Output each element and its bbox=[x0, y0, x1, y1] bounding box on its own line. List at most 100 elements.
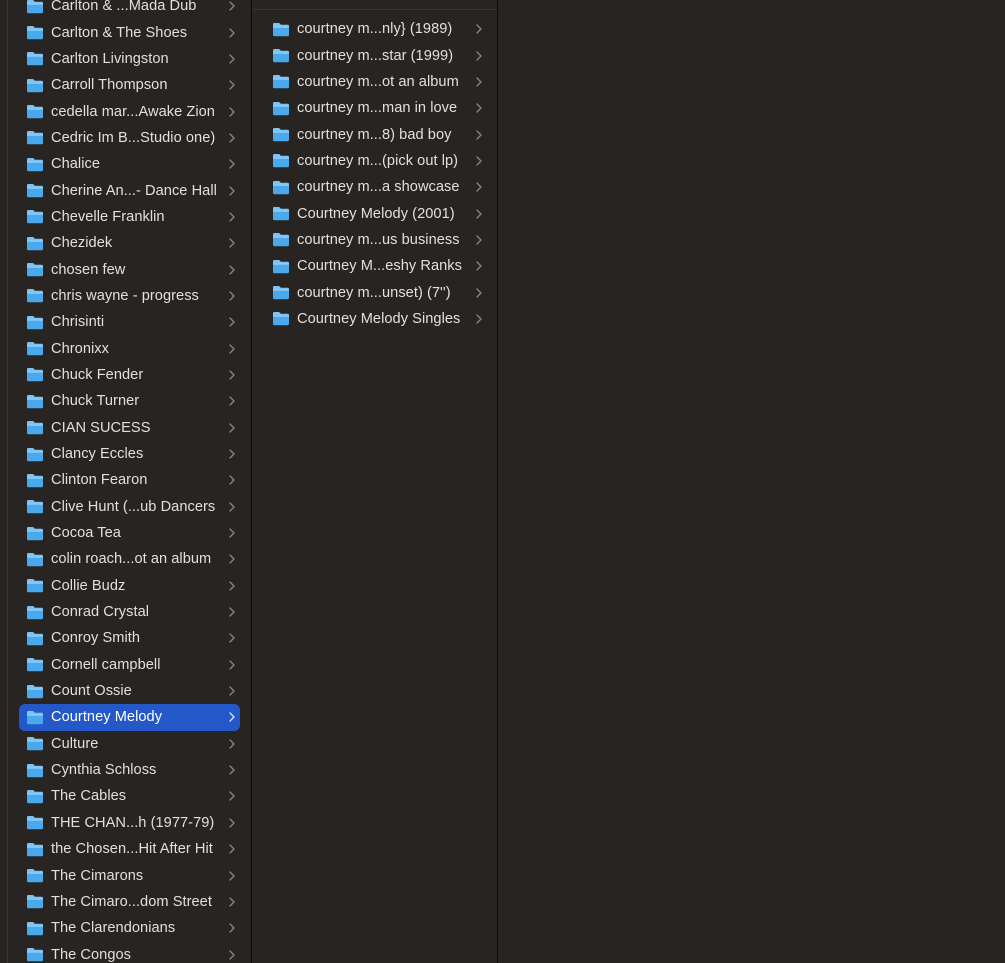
artist-folder-row[interactable]: THE CHAN...h (1977-79) bbox=[19, 810, 240, 836]
folder-name-label: courtney m...us business bbox=[297, 231, 460, 248]
chevron-right-icon bbox=[476, 182, 482, 192]
album-folder-row[interactable]: courtney m...a showcase bbox=[263, 174, 487, 200]
artist-folder-row[interactable]: Collie Budz bbox=[19, 573, 240, 599]
artist-folder-row[interactable]: CIAN SUCESS bbox=[19, 415, 240, 441]
artist-folder-row[interactable]: colin roach...ot an album bbox=[19, 546, 240, 572]
chevron-right-icon bbox=[476, 314, 482, 324]
album-folder-row[interactable]: courtney m...man in love bbox=[263, 95, 487, 121]
folder-icon bbox=[273, 154, 289, 168]
artist-folder-row[interactable]: Clive Hunt (...ub Dancers bbox=[19, 494, 240, 520]
album-folder-row[interactable]: courtney m...unset) (7'') bbox=[263, 279, 487, 305]
chevron-right-icon bbox=[229, 739, 235, 749]
folder-icon bbox=[27, 869, 43, 883]
artist-folder-row[interactable]: Carlton & The Shoes bbox=[19, 19, 240, 45]
artist-folder-row[interactable]: Clinton Fearon bbox=[19, 467, 240, 493]
artist-folder-row[interactable]: Conrad Crystal bbox=[19, 599, 240, 625]
artist-folder-row[interactable]: Chuck Fender bbox=[19, 362, 240, 388]
column-empty[interactable] bbox=[499, 0, 1005, 963]
artist-folder-row[interactable]: Cherine An...- Dance Hall bbox=[19, 177, 240, 203]
folder-icon bbox=[27, 789, 43, 804]
folder-icon bbox=[27, 78, 43, 92]
folder-icon bbox=[27, 394, 43, 409]
folder-name-label: The Cables bbox=[51, 788, 127, 805]
folder-icon bbox=[27, 184, 43, 198]
artist-folder-row[interactable]: Cynthia Schloss bbox=[19, 757, 240, 783]
artist-folder-row[interactable]: Clancy Eccles bbox=[19, 441, 240, 467]
folder-name-label: Cherine An...- Dance Hall bbox=[51, 182, 217, 199]
folder-icon bbox=[273, 128, 289, 142]
folder-icon bbox=[27, 289, 43, 303]
chevron-right-icon bbox=[229, 291, 235, 301]
artist-folder-row[interactable]: Chrisinti bbox=[19, 309, 240, 335]
chevron-right-icon bbox=[229, 133, 235, 143]
chevron-right-icon bbox=[229, 949, 235, 960]
album-folder-row[interactable]: courtney m...nly} (1989) bbox=[263, 16, 487, 42]
artist-folder-row[interactable]: Carlton & ...Mada Dub bbox=[19, 0, 240, 19]
folder-name-label: Conrad Crystal bbox=[51, 604, 150, 621]
artist-folder-row[interactable]: Count Ossie bbox=[19, 678, 240, 704]
folder-icon bbox=[27, 0, 43, 13]
folder-icon bbox=[27, 236, 43, 250]
artist-folder-row[interactable]: Cedric Im B...Studio one) bbox=[19, 125, 240, 151]
artist-folder-row[interactable]: The Clarendonians bbox=[19, 915, 240, 941]
folder-name-label: Chrisinti bbox=[51, 314, 105, 331]
chevron-right-icon bbox=[229, 844, 235, 854]
folder-icon bbox=[27, 26, 43, 40]
folder-icon bbox=[273, 22, 289, 36]
artist-folder-row[interactable]: Cocoa Tea bbox=[19, 520, 240, 546]
album-folder-row[interactable]: Courtney Melody Singles bbox=[263, 306, 487, 332]
artist-folder-row[interactable]: chris wayne - progress bbox=[19, 283, 240, 309]
chevron-right-icon bbox=[229, 633, 235, 644]
artist-folder-row[interactable]: Chevelle Franklin bbox=[19, 204, 240, 230]
folder-name-label: Cornell campbell bbox=[51, 656, 161, 673]
album-folder-row[interactable]: Courtney M...eshy Ranks bbox=[263, 253, 487, 279]
column-courtney-melody-contents[interactable]: courtney m...nly} (1989) courtney m...sta… bbox=[253, 0, 498, 963]
chevron-right-icon bbox=[476, 50, 482, 61]
artist-folder-row[interactable]: chosen few bbox=[19, 256, 240, 282]
artist-folder-row[interactable]: Chuck Turner bbox=[19, 388, 240, 414]
album-folder-row[interactable]: courtney m...us business bbox=[263, 227, 487, 253]
artist-folder-row[interactable]: the Chosen...Hit After Hit bbox=[19, 836, 240, 862]
album-folder-row[interactable]: courtney m...ot an album bbox=[263, 69, 487, 95]
album-folder-row[interactable]: courtney m...(pick out lp) bbox=[263, 148, 487, 174]
artist-folder-row[interactable]: Chezidek bbox=[19, 230, 240, 256]
album-folder-row[interactable]: courtney m...star (1999) bbox=[263, 42, 487, 68]
folder-name-label: courtney m...(pick out lp) bbox=[297, 152, 459, 169]
artist-folder-row[interactable]: Carroll Thompson bbox=[19, 72, 240, 98]
artist-folder-row[interactable]: Courtney Melody bbox=[19, 704, 240, 731]
artist-folder-row[interactable]: Chronixx bbox=[19, 335, 240, 361]
folder-name-label: Carlton & ...Mada Dub bbox=[51, 0, 197, 15]
artist-folder-row[interactable]: Cornell campbell bbox=[19, 652, 240, 678]
folder-name-label: courtney m...man in love bbox=[297, 100, 458, 117]
folder-name-label: Conroy Smith bbox=[51, 630, 141, 647]
artist-folder-row[interactable]: Carlton Livingston bbox=[19, 46, 240, 72]
folder-icon bbox=[27, 447, 43, 461]
chevron-right-icon bbox=[229, 396, 235, 406]
artist-folder-row[interactable]: The Cables bbox=[19, 783, 240, 809]
artist-folder-row[interactable]: Chalice bbox=[19, 151, 240, 177]
artist-folder-row[interactable]: The Cimaro...dom Street bbox=[19, 889, 240, 915]
chevron-right-icon bbox=[229, 791, 235, 802]
album-folder-row[interactable]: courtney m...8) bad boy bbox=[263, 121, 487, 147]
folder-name-label: Clive Hunt (...ub Dancers bbox=[51, 498, 216, 515]
artist-folder-row[interactable]: Conroy Smith bbox=[19, 625, 240, 651]
folder-icon bbox=[27, 157, 43, 171]
artist-folder-row[interactable]: Culture bbox=[19, 731, 240, 757]
folder-icon bbox=[27, 710, 43, 725]
folder-name-label: colin roach...ot an album bbox=[51, 551, 212, 568]
album-folder-row[interactable]: Courtney Melody (2001) bbox=[263, 200, 487, 226]
chevron-right-icon bbox=[229, 343, 235, 354]
chevron-right-icon bbox=[229, 449, 235, 459]
chevron-right-icon bbox=[229, 897, 235, 907]
folder-name-label: Cocoa Tea bbox=[51, 525, 121, 542]
artist-folder-row[interactable]: The Cimarons bbox=[19, 862, 240, 888]
folder-name-label: cedella mar...Awake Zion bbox=[51, 103, 215, 120]
folder-icon bbox=[27, 526, 43, 540]
artist-folder-row[interactable]: cedella mar...Awake Zion bbox=[19, 98, 240, 124]
folder-name-label: The Cimaro...dom Street bbox=[51, 893, 212, 910]
chevron-right-icon bbox=[229, 502, 235, 512]
artist-folder-row[interactable]: The Congos bbox=[19, 941, 240, 963]
folder-icon bbox=[273, 75, 289, 89]
folder-name-label: courtney m...nly} (1989) bbox=[297, 21, 453, 38]
column-artists[interactable]: Carlton & ...Mada Dub Carlton & The Shoes… bbox=[8, 0, 252, 963]
